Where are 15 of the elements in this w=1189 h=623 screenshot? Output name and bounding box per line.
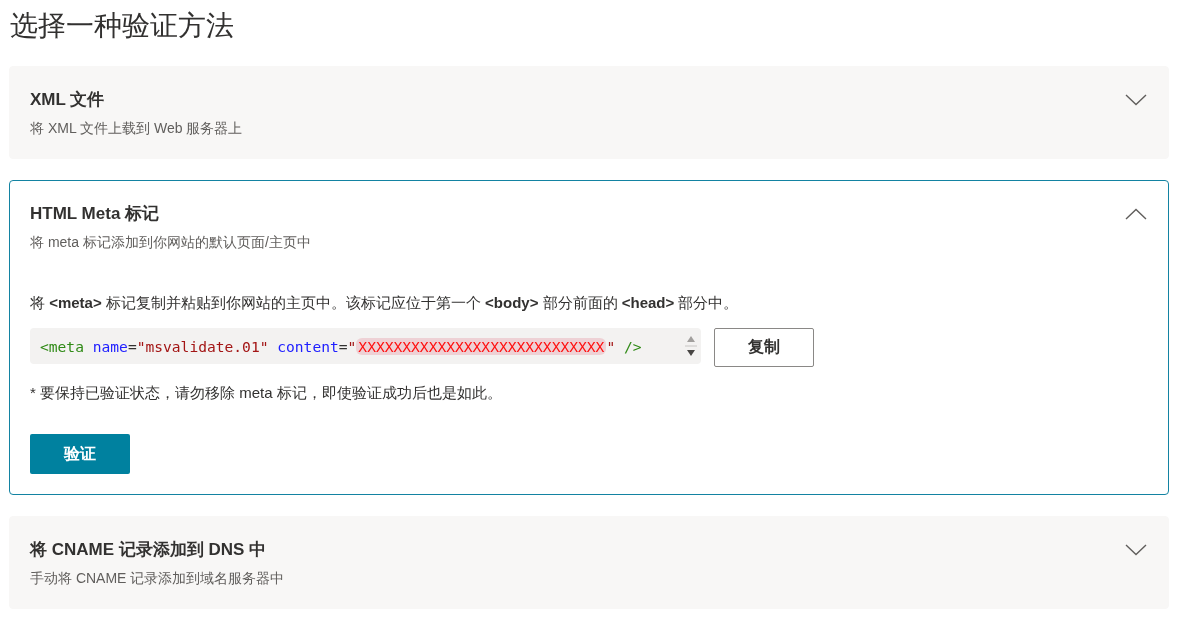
chevron-down-icon[interactable]	[1125, 94, 1147, 106]
chevron-up-icon[interactable]	[1125, 208, 1147, 220]
note-text: * 要保持已验证状态，请勿移除 meta 标记，即使验证成功后也是如此。	[30, 383, 502, 403]
chevron-down-icon[interactable]	[1125, 544, 1147, 556]
page-heading: 选择一种验证方法	[10, 9, 235, 43]
copy-button[interactable]: 复制	[714, 328, 814, 367]
method-title: XML 文件	[30, 89, 106, 111]
method-subtitle: 将 XML 文件上载到 Web 服务器上	[30, 119, 243, 138]
meta-tag-field[interactable]: <meta name="msvalidate.01" content="XXXXXXXXXXXXXXXXXXXXXXXXXXXX" />	[30, 328, 701, 364]
instruction-text: 将 <meta> 标记复制并粘贴到你网站的主页中。该标记应位于第一个 <body> 部分前面的 <head> 部分中。	[30, 293, 739, 313]
method-title: HTML Meta 标记	[30, 203, 161, 225]
method-title: 将 CNAME 记录添加到 DNS 中	[30, 539, 268, 561]
verify-button[interactable]: 验证	[30, 434, 130, 474]
method-subtitle: 将 meta 标记添加到你网站的默认页面/主页中	[30, 233, 311, 252]
method-subtitle: 手动将 CNAME 记录添加到域名服务器中	[30, 569, 285, 588]
